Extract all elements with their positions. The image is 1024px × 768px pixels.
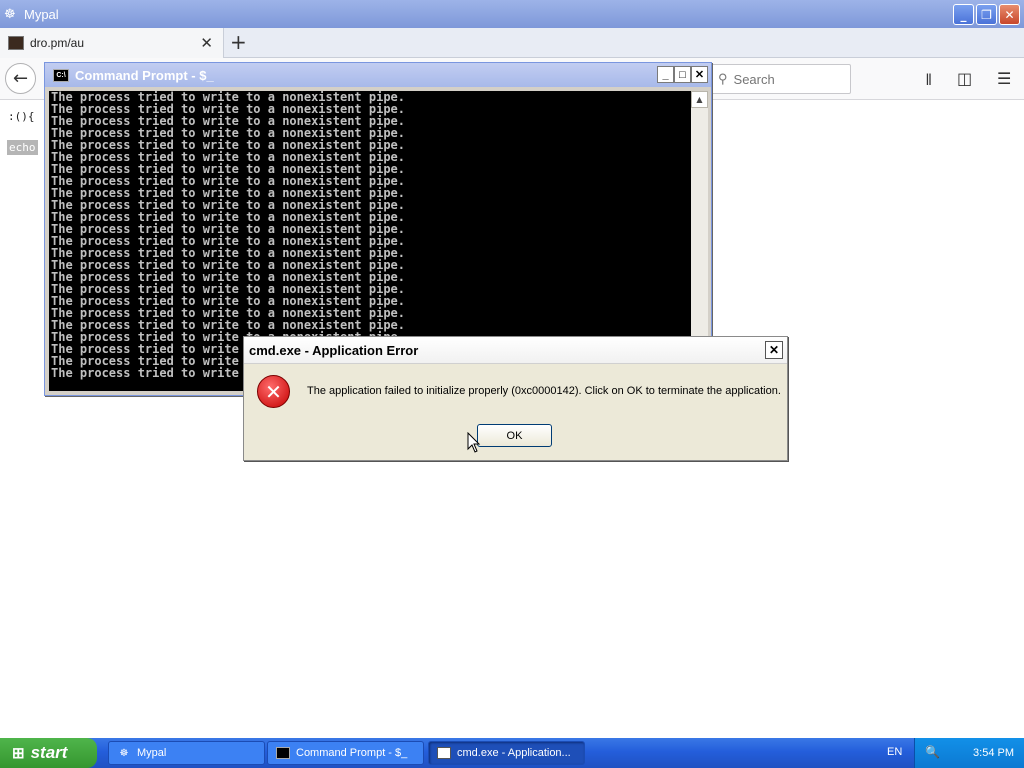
tab-title: dro.pm/au xyxy=(30,36,85,50)
menu-icon[interactable]: ☰ xyxy=(997,69,1011,88)
dialog-close-button[interactable]: ✕ xyxy=(765,341,783,359)
new-tab-button[interactable]: + xyxy=(230,30,247,54)
dialog-taskbar-icon xyxy=(437,747,451,759)
page-echo-text: echo xyxy=(7,140,38,155)
minimize-button[interactable]: _ xyxy=(953,4,974,25)
mypal-app-icon: ☸ xyxy=(4,6,16,21)
error-dialog-title-bar[interactable]: cmd.exe - Application Error ✕ xyxy=(244,337,787,364)
cmd-title: Command Prompt - $_ xyxy=(75,67,214,83)
start-label: start xyxy=(30,743,68,762)
windows-flag-icon: ⊞ xyxy=(12,745,25,762)
tab-strip: dro.pm/au ✕ + xyxy=(0,28,1024,58)
page-code-text: :(){ xyxy=(8,110,35,123)
close-button[interactable]: ✕ xyxy=(999,4,1020,25)
error-dialog-title: cmd.exe - Application Error xyxy=(249,342,419,358)
search-icon: ⚲ xyxy=(718,71,728,86)
browser-title-bar: ☸ Mypal _ ❐ ✕ xyxy=(0,0,1024,28)
scroll-up-arrow-icon[interactable]: ▲ xyxy=(691,91,708,108)
mouse-cursor-icon xyxy=(467,432,481,453)
taskbar-item-error[interactable]: cmd.exe - Application... xyxy=(428,741,585,765)
tab-close-icon[interactable]: ✕ xyxy=(200,34,213,52)
taskbar: ⊞ start ☸ Mypal Command Prompt - $_ cmd.… xyxy=(0,738,1024,768)
taskbar-item-mypal[interactable]: ☸ Mypal xyxy=(108,741,265,765)
browser-title: Mypal xyxy=(24,6,59,22)
favicon-icon xyxy=(8,36,24,50)
cmd-minimize-button[interactable]: _ xyxy=(657,66,674,83)
language-indicator[interactable]: EN xyxy=(887,746,902,758)
search-input[interactable] xyxy=(733,71,834,87)
cmd-title-bar[interactable]: C:\ Command Prompt - $_ _ □ ✕ xyxy=(45,63,711,87)
restore-button[interactable]: ❐ xyxy=(976,4,997,25)
taskbar-item-label: Mypal xyxy=(137,747,167,759)
error-dialog[interactable]: cmd.exe - Application Error ✕ ✕ The appl… xyxy=(243,336,788,461)
start-button[interactable]: ⊞ start xyxy=(0,738,97,768)
cmd-maximize-button[interactable]: □ xyxy=(674,66,691,83)
sidebar-icon[interactable]: ◫ xyxy=(957,69,972,88)
cmd-window-icon: C:\ xyxy=(53,68,69,82)
error-icon: ✕ xyxy=(257,375,290,408)
library-icon[interactable]: 𝍪 xyxy=(926,69,931,96)
search-box[interactable]: ⚲ xyxy=(711,64,851,94)
ok-button[interactable]: OK xyxy=(477,424,552,447)
tray-network-icon[interactable]: 🔍 xyxy=(925,745,940,759)
system-tray: 🔍 3:54 PM xyxy=(914,738,1024,768)
taskbar-item-label: cmd.exe - Application... xyxy=(457,747,571,759)
cmd-taskbar-icon xyxy=(276,747,290,759)
back-button[interactable]: ← xyxy=(5,63,36,94)
taskbar-item-label: Command Prompt - $_ xyxy=(296,747,408,759)
cmd-close-button[interactable]: ✕ xyxy=(691,66,708,83)
clock: 3:54 PM xyxy=(973,747,1014,759)
taskbar-item-cmd[interactable]: Command Prompt - $_ xyxy=(267,741,424,765)
error-message: The application failed to initialize pro… xyxy=(307,385,781,397)
browser-tab[interactable]: dro.pm/au ✕ xyxy=(0,28,224,58)
mypal-taskbar-icon: ☸ xyxy=(119,747,129,759)
